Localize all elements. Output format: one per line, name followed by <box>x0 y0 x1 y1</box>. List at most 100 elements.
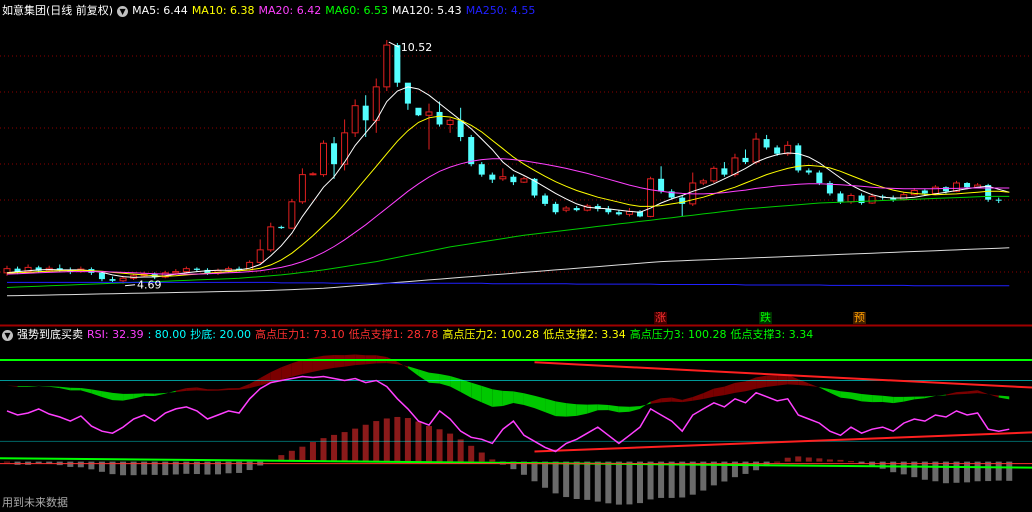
ribbon-down <box>91 389 102 397</box>
ribbon-down <box>450 376 461 392</box>
histogram-bar <box>932 461 939 482</box>
fall-marker[interactable]: 跌 <box>759 312 772 324</box>
candle-body <box>309 173 317 176</box>
ribbon-up <box>682 396 693 403</box>
ribbon-up <box>7 385 18 387</box>
candle-body <box>457 120 464 138</box>
histogram-bar <box>341 432 348 462</box>
ribbon-down <box>998 395 1010 400</box>
histogram-bar <box>4 461 10 463</box>
ribbon-up <box>988 394 999 398</box>
window-title: 如意集团(日线 前复权) <box>2 4 114 17</box>
candle-body <box>489 174 496 180</box>
ribbon-up <box>239 383 250 390</box>
histogram-bar <box>352 428 359 462</box>
histogram-bar <box>921 461 928 480</box>
candle-body <box>573 208 580 211</box>
ribbon-down <box>914 396 925 400</box>
histogram-bar <box>88 461 95 470</box>
ma-line-ma20 <box>6 158 1010 275</box>
candle-body <box>931 186 939 194</box>
candle <box>542 193 549 206</box>
candle <box>689 172 697 206</box>
histogram-bar <box>331 434 338 462</box>
candle-body <box>763 139 770 148</box>
ribbon-down <box>534 395 546 413</box>
rise-marker[interactable]: 涨 <box>654 312 667 324</box>
ribbon-down <box>545 398 556 417</box>
candle-body <box>510 176 517 183</box>
histogram-bar <box>668 461 675 498</box>
histogram-bar <box>805 457 812 462</box>
histogram-bar <box>679 461 686 498</box>
ribbon-down <box>587 404 598 414</box>
candle <box>615 210 622 216</box>
ribbon-up <box>671 397 683 403</box>
candle <box>699 178 707 186</box>
ribbon-up <box>650 398 662 404</box>
candle-body <box>468 137 475 165</box>
candle-body <box>868 195 876 204</box>
histogram-bar <box>426 426 432 462</box>
histogram-bar <box>784 457 791 462</box>
forecast-marker[interactable]: 预 <box>853 312 866 324</box>
ribbon-down <box>144 393 155 397</box>
ribbon-down <box>523 393 535 409</box>
ribbon-down <box>38 385 50 387</box>
ribbon-down <box>851 392 862 402</box>
candle <box>109 276 116 283</box>
footer-note: 用到未来数据 <box>2 496 68 509</box>
ribbon-down <box>123 393 134 401</box>
candle <box>625 208 633 217</box>
ma-legend-item: MA5: 6.44 <box>132 4 188 17</box>
ribbon-down <box>59 386 71 391</box>
histogram-bar <box>489 459 496 462</box>
candle-body <box>478 164 485 175</box>
moving-averages <box>6 86 1010 297</box>
histogram-bar <box>35 461 42 464</box>
ribbon-up <box>196 387 208 391</box>
histogram-bar <box>594 461 601 502</box>
indicator-legend-item: 低点支撑2: 3.34 <box>543 328 626 341</box>
high-price-label: 10.52 <box>401 41 433 54</box>
ribbon-up <box>186 387 197 391</box>
ribbon-up <box>218 388 229 391</box>
candle-body <box>394 45 401 83</box>
ribbon-up <box>945 392 957 396</box>
collapse-icon[interactable]: ▼ <box>117 5 129 17</box>
histogram-bar <box>404 418 411 462</box>
candle-body <box>752 138 760 163</box>
candle-body <box>109 279 116 281</box>
candle <box>647 176 655 218</box>
ribbon-down <box>49 386 60 389</box>
candle-body <box>964 182 971 188</box>
ribbon-up <box>967 390 978 394</box>
ribbon-down <box>618 406 630 413</box>
candle <box>816 170 823 186</box>
candle <box>795 143 802 173</box>
candle-body <box>562 207 570 211</box>
ribbon-down <box>70 387 81 391</box>
candle-body <box>942 187 949 192</box>
indicator-legend-item: : 80.00 <box>147 328 187 341</box>
ribbon-up <box>756 375 767 389</box>
candle-body <box>552 203 559 213</box>
main-header: 如意集团(日线 前复权) ▼ MA5: 6.44 MA10: 6.38 MA20: 6.… <box>2 4 543 18</box>
indicator-fills <box>4 354 1013 505</box>
candle <box>573 205 580 212</box>
candle <box>415 107 422 117</box>
candle <box>995 197 1002 204</box>
candle <box>499 168 507 181</box>
ribbon-up <box>734 381 746 393</box>
candle-body <box>182 268 190 273</box>
candle-body <box>995 199 1002 201</box>
candle-body <box>119 277 127 282</box>
candle-body <box>404 82 411 104</box>
ribbon-up <box>249 378 261 389</box>
candle-body <box>320 142 327 176</box>
collapse-icon[interactable]: ▼ <box>2 329 13 341</box>
indicator-legend: RSI: 32.39: 80.00 抄底: 20.00 高点压力1: 73.10 低点… <box>87 328 817 341</box>
ribbon-up <box>766 375 778 387</box>
indicator-legend-item: 高点压力3: 100.28 <box>629 328 727 341</box>
ribbon-up <box>956 391 968 395</box>
